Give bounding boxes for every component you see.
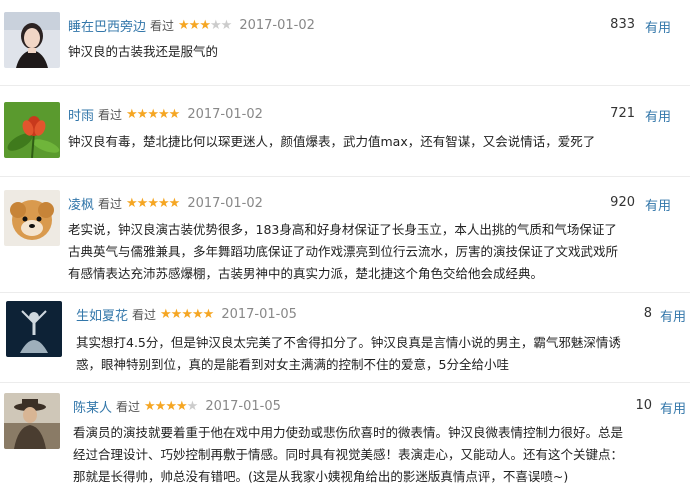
woman-portrait-avatar-icon xyxy=(4,12,60,68)
avatar[interactable] xyxy=(4,190,60,246)
avatar[interactable] xyxy=(6,301,62,357)
watched-label: 看过 xyxy=(98,107,123,122)
vote-count: 721 xyxy=(610,106,635,121)
useful-button[interactable]: 有用 xyxy=(645,17,671,36)
avatar[interactable] xyxy=(4,102,60,158)
rating-stars: ★★★★★ xyxy=(126,195,180,211)
avatar[interactable] xyxy=(4,393,60,449)
review-date: 2017-01-02 xyxy=(239,17,315,33)
review-content: 钟汉良的古装我还是服气的 xyxy=(68,41,218,63)
review-line: 经过合理设计、巧妙控制再敷于情感。同时具有视觉美感！表演走心，又能动人。还有这个… xyxy=(73,447,624,462)
divider xyxy=(0,382,690,383)
rating-stars: ★★★★★ xyxy=(144,398,198,414)
review-line: 老实说，钟汉良演古装优势很多，183身高和好身材保证了长身玉立，本人出挑的气质和… xyxy=(68,222,617,237)
rating-stars: ★★★★★ xyxy=(126,106,180,122)
man-in-hat-avatar-icon xyxy=(4,393,60,449)
review-line: 钟汉良有毒，楚北捷比何以琛更迷人，颜值爆表，武力值max，还有智谋，又会说情话，… xyxy=(68,134,596,149)
avatar[interactable] xyxy=(4,12,60,68)
rating-stars: ★★★★★ xyxy=(160,306,214,322)
puppy-avatar-icon xyxy=(4,190,60,246)
rating-stars: ★★★★★ xyxy=(178,17,232,33)
review-content: 老实说，钟汉良演古装优势很多，183身高和好身材保证了长身玉立，本人出挑的气质和… xyxy=(68,219,618,285)
useful-button[interactable]: 有用 xyxy=(645,106,671,125)
vote-count: 833 xyxy=(610,17,635,32)
review-date: 2017-01-02 xyxy=(187,106,263,122)
review-date: 2017-01-05 xyxy=(205,398,281,414)
useful-button[interactable]: 有用 xyxy=(660,306,686,325)
review-date: 2017-01-05 xyxy=(221,306,297,322)
review-date: 2017-01-02 xyxy=(187,195,263,211)
review-content: 其实想打4.5分，但是钟汉良太完美了不舍得扣分了。钟汉良真是言情小说的男主，霸气… xyxy=(76,332,621,376)
user-name-link[interactable]: 陈某人 xyxy=(73,397,112,416)
vote-count: 920 xyxy=(610,195,635,210)
watched-label: 看过 xyxy=(98,196,123,211)
useful-button[interactable]: 有用 xyxy=(645,195,671,214)
review-line: 其实想打4.5分，但是钟汉良太完美了不舍得扣分了。钟汉良真是言情小说的男主，霸气… xyxy=(76,335,621,350)
watched-label: 看过 xyxy=(132,307,157,322)
useful-button[interactable]: 有用 xyxy=(660,398,686,417)
review-line: 古典英气与儒雅兼具，多年舞蹈功底保证了动作戏漂亮到位行云流水，厉害的演技保证了文… xyxy=(68,244,619,259)
review-line: 看演员的演技就要着重于他在戏中用力使劲或悲伤欣喜时的微表情。钟汉良微表情控制力很… xyxy=(73,425,624,440)
review-content: 钟汉良有毒，楚北捷比何以琛更迷人，颜值爆表，武力值max，还有智谋，又会说情话，… xyxy=(68,131,595,153)
review-line: 钟汉良的古装我还是服气的 xyxy=(68,44,219,59)
dancer-avatar-icon xyxy=(6,301,62,357)
flower-avatar-icon xyxy=(4,102,60,158)
divider xyxy=(0,176,690,177)
review-content: 看演员的演技就要着重于他在戏中用力使劲或悲伤欣喜时的微表情。钟汉良微表情控制力很… xyxy=(73,422,623,488)
user-name-link[interactable]: 生如夏花 xyxy=(76,305,128,324)
watched-label: 看过 xyxy=(150,18,175,33)
divider xyxy=(0,292,690,293)
vote-count: 10 xyxy=(635,398,652,413)
divider xyxy=(0,85,690,86)
review-line: 有感情表达充沛苏感爆棚，古装男神中的真实力派，楚北捷这个角色交给他会成经典。 xyxy=(68,266,544,281)
review-line: 那就是长得帅，帅总没有错吧。(这是从我家小姨视角给出的影迷版真情点评，不喜误喷~… xyxy=(73,469,569,484)
user-name-link[interactable]: 睡在巴西旁边 xyxy=(68,16,146,35)
vote-count: 8 xyxy=(643,306,652,321)
user-name-link[interactable]: 时雨 xyxy=(68,105,94,124)
watched-label: 看过 xyxy=(116,399,141,414)
review-line: 惑，眼神特别到位，真的是能看到对女主满满的控制不住的爱意，5分全给小哇 xyxy=(76,357,509,372)
user-name-link[interactable]: 凌枫 xyxy=(68,194,94,213)
